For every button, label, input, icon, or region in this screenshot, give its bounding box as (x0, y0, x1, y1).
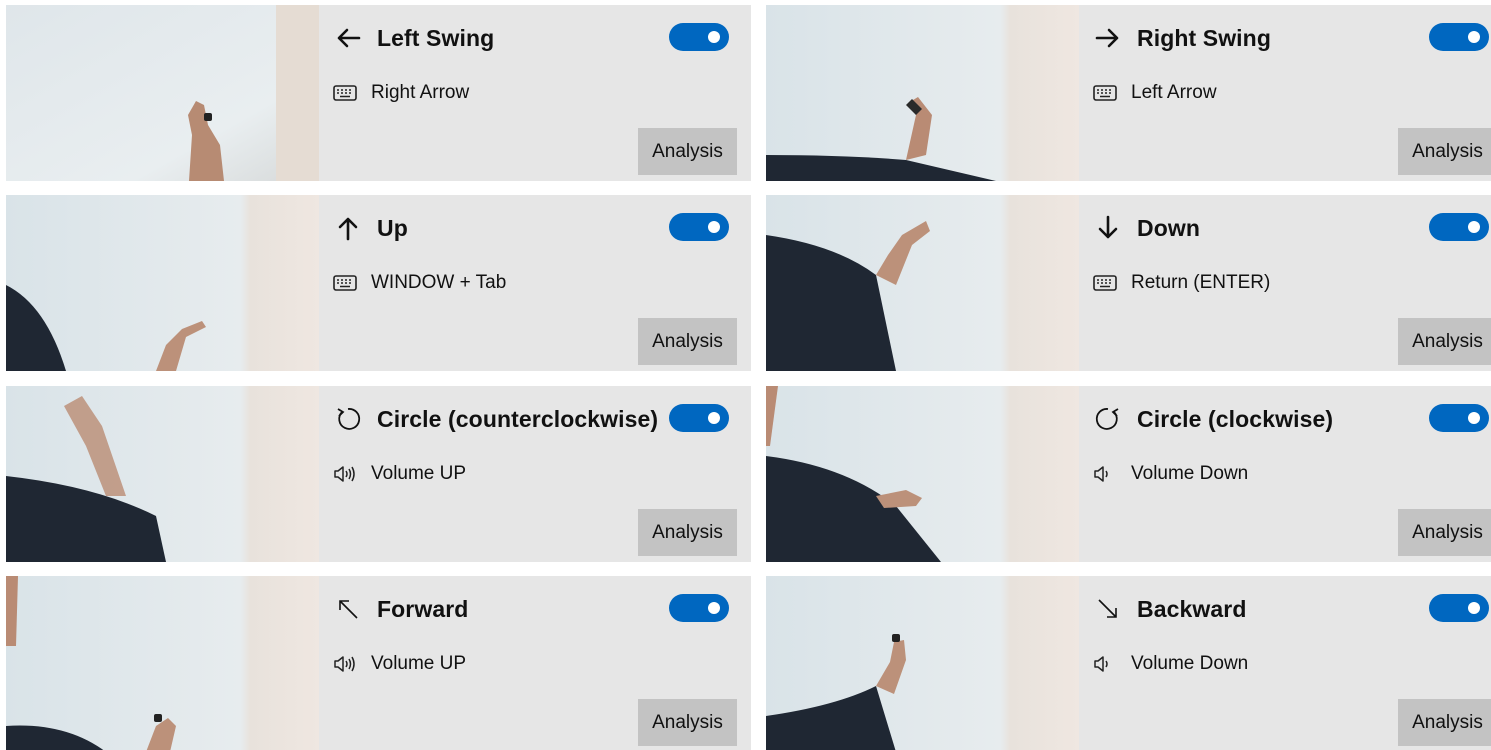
action-label: Volume UP (371, 463, 467, 484)
toggle-knob (708, 412, 720, 424)
gesture-title: Backward (1137, 595, 1247, 622)
volume-down-icon (1093, 653, 1119, 675)
enable-toggle[interactable] (669, 23, 729, 51)
arrow-up-icon (333, 213, 363, 243)
analysis-button[interactable]: Analysis (638, 128, 737, 175)
gesture-preview-image (766, 386, 1079, 562)
analysis-button[interactable]: Analysis (1398, 509, 1491, 556)
action-label: Left Arrow (1131, 82, 1217, 103)
arrow-right-icon (1093, 23, 1123, 53)
enable-toggle[interactable] (669, 594, 729, 622)
gesture-panel: Circle (counterclockwise) Volume UP Anal… (319, 386, 751, 562)
gesture-preview-image (6, 195, 319, 371)
keyboard-icon (1093, 272, 1119, 294)
keyboard-icon (1093, 82, 1119, 104)
gesture-card-forward: Forward Volume UP Analysis (6, 576, 751, 750)
gesture-card-down: Down Return (ENTER) Analysis (766, 195, 1491, 371)
enable-toggle[interactable] (1429, 594, 1489, 622)
analysis-button[interactable]: Analysis (1398, 699, 1491, 746)
action-label: Return (ENTER) (1131, 272, 1271, 293)
analysis-button[interactable]: Analysis (638, 509, 737, 556)
gesture-preview-image (766, 195, 1079, 371)
gesture-panel: Up WINDOW + Tab Analysis (319, 195, 751, 371)
gesture-title: Forward (377, 595, 469, 622)
rotate-counterclockwise-icon (333, 404, 363, 434)
action-label: Right Arrow (371, 82, 470, 103)
keyboard-icon (333, 82, 359, 104)
gesture-card-backward: Backward Volume Down Analysis (766, 576, 1491, 750)
gesture-preview-image (6, 386, 319, 562)
enable-toggle[interactable] (669, 213, 729, 241)
gesture-preview-image (6, 5, 319, 181)
gesture-preview-image (766, 576, 1079, 750)
gesture-title: Up (377, 214, 408, 241)
gesture-card-up: Up WINDOW + Tab Analysis (6, 195, 751, 371)
toggle-knob (708, 602, 720, 614)
enable-toggle[interactable] (669, 404, 729, 432)
volume-down-icon (1093, 463, 1119, 485)
gesture-panel: Right Swing Left Arrow Analysis (1079, 5, 1491, 181)
arrow-down-right-icon (1093, 594, 1123, 624)
gesture-title: Circle (counterclockwise) (377, 405, 659, 432)
analysis-button[interactable]: Analysis (1398, 318, 1491, 365)
gesture-panel: Backward Volume Down Analysis (1079, 576, 1491, 750)
volume-up-icon (333, 653, 359, 675)
enable-toggle[interactable] (1429, 213, 1489, 241)
gesture-panel: Forward Volume UP Analysis (319, 576, 751, 750)
analysis-button[interactable]: Analysis (638, 699, 737, 746)
analysis-button[interactable]: Analysis (1398, 128, 1491, 175)
arrow-left-icon (333, 23, 363, 53)
volume-up-icon (333, 463, 359, 485)
toggle-knob (1468, 221, 1480, 233)
action-label: WINDOW + Tab (371, 272, 507, 293)
analysis-button[interactable]: Analysis (638, 318, 737, 365)
rotate-clockwise-icon (1093, 404, 1123, 434)
arrow-up-left-icon (333, 594, 363, 624)
toggle-knob (1468, 602, 1480, 614)
toggle-knob (1468, 31, 1480, 43)
toggle-knob (708, 31, 720, 43)
action-label: Volume Down (1131, 463, 1249, 484)
action-label: Volume UP (371, 653, 467, 674)
toggle-knob (1468, 412, 1480, 424)
gesture-panel: Left Swing Right Arrow Analysis (319, 5, 751, 181)
gesture-panel: Down Return (ENTER) Analysis (1079, 195, 1491, 371)
gesture-title: Right Swing (1137, 24, 1271, 51)
enable-toggle[interactable] (1429, 404, 1489, 432)
gesture-panel: Circle (clockwise) Volume Down Analysis (1079, 386, 1491, 562)
gesture-title: Circle (clockwise) (1137, 405, 1334, 432)
gesture-card-left-swing: Left Swing Right Arrow Analysis (6, 5, 751, 181)
gesture-title: Left Swing (377, 24, 495, 51)
gesture-card-right-swing: Right Swing Left Arrow Analysis (766, 5, 1491, 181)
gesture-card-circle-counterclockwise: Circle (counterclockwise) Volume UP Anal… (6, 386, 751, 562)
enable-toggle[interactable] (1429, 23, 1489, 51)
arrow-down-icon (1093, 213, 1123, 243)
gesture-card-circle-clockwise: Circle (clockwise) Volume Down Analysis (766, 386, 1491, 562)
gesture-preview-image (6, 576, 319, 750)
keyboard-icon (333, 272, 359, 294)
toggle-knob (708, 221, 720, 233)
gesture-preview-image (766, 5, 1079, 181)
gesture-title: Down (1137, 214, 1200, 241)
action-label: Volume Down (1131, 653, 1249, 674)
